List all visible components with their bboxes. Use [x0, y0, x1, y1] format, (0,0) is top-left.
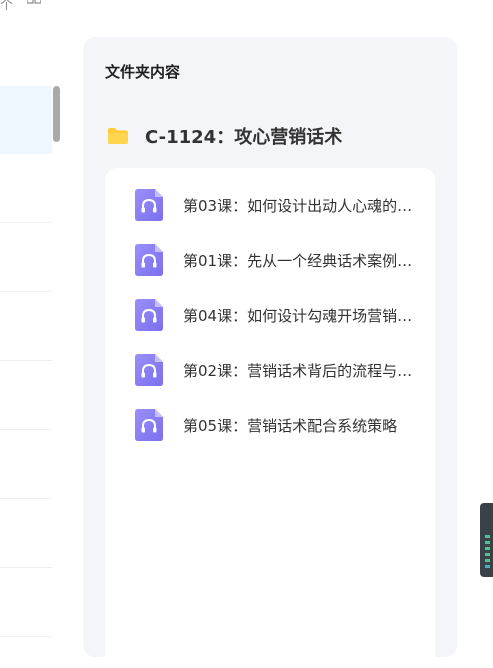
file-name: 第04课：如何设计勾魂开场营销话术 [183, 306, 415, 325]
scrollbar-thumb[interactable] [53, 86, 60, 142]
file-item[interactable]: 第05课：营销话术配合系统策略 [135, 408, 425, 442]
list-item[interactable] [0, 223, 52, 292]
file-list-card: 第03课：如何设计出动人心魂的营销话术 第01课：先从一个经典话术案例说起 [105, 168, 435, 668]
headphones-audio-icon [135, 354, 163, 386]
folder-icon [107, 127, 129, 145]
level-meter-icon [485, 541, 490, 544]
file-name: 第01课：先从一个经典话术案例说起 [183, 251, 415, 270]
list-item[interactable] [0, 430, 52, 499]
level-meter-icon [485, 559, 490, 562]
list-item[interactable] [0, 499, 52, 568]
folder-content-panel: 文件夹内容 C-1124：攻心营销话术 第03课：如何设计出动人心魂的营 第01… [83, 37, 457, 668]
headphones-audio-icon [135, 299, 163, 331]
list-item-selected[interactable] [0, 86, 52, 154]
level-meter-icon [485, 535, 490, 538]
file-item[interactable]: 第04课：如何设计勾魂开场营销话术 [135, 298, 425, 332]
level-meter-icon [485, 547, 490, 550]
list-item[interactable] [0, 154, 52, 223]
file-name: 第05课：营销话术配合系统策略 [183, 416, 398, 435]
level-meter-icon [485, 553, 490, 556]
folder-name: C-1124：攻心营销话术 [145, 127, 343, 148]
folder-header[interactable]: C-1124：攻心营销话术 [107, 123, 342, 149]
list-item[interactable] [0, 292, 52, 361]
floating-audio-widget[interactable] [480, 503, 493, 577]
headphones-audio-icon [135, 409, 163, 441]
file-item[interactable]: 第01课：先从一个经典话术案例说起 [135, 243, 425, 277]
list-item[interactable] [0, 568, 52, 637]
left-file-list [0, 0, 62, 637]
file-name: 第03课：如何设计出动人心魂的营销话术 [183, 196, 415, 215]
file-name: 第02课：营销话术背后的流程与逻辑 [183, 361, 415, 380]
file-item[interactable]: 第02课：营销话术背后的流程与逻辑 [135, 353, 425, 387]
list-item[interactable] [0, 361, 52, 430]
level-meter-icon [485, 565, 490, 568]
file-item[interactable]: 第03课：如何设计出动人心魂的营销话术 [135, 188, 425, 222]
headphones-audio-icon [135, 189, 163, 221]
panel-title: 文件夹内容 [105, 63, 181, 81]
headphones-audio-icon [135, 244, 163, 276]
